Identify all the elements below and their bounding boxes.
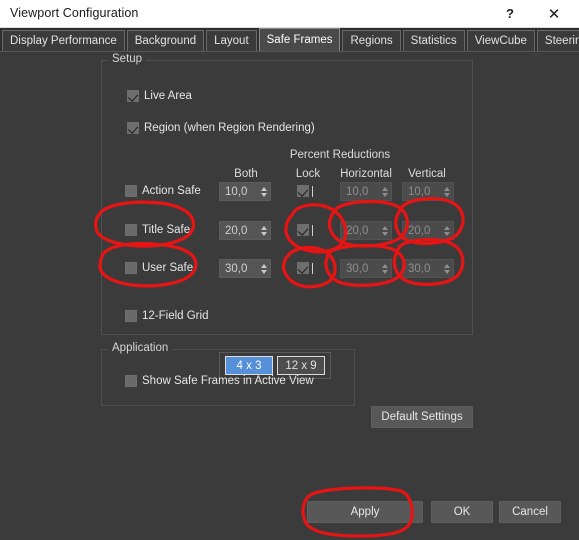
- tab-display-performance[interactable]: Display Performance: [2, 30, 125, 51]
- action-safe-lock-box[interactable]: [297, 185, 309, 197]
- spinner-arrows-icon[interactable]: [378, 260, 391, 277]
- tab-bar: Display Performance Background Layout Sa…: [0, 28, 579, 52]
- spinner-arrows-icon[interactable]: [257, 183, 270, 200]
- tab-statistics[interactable]: Statistics: [402, 30, 465, 51]
- help-icon[interactable]: ?: [489, 0, 531, 27]
- column-header-vertical: Vertical: [408, 168, 446, 180]
- title-safe-horizontal-value: 20,0: [346, 224, 369, 237]
- live-area-label: Live Area: [144, 90, 192, 102]
- title-safe-checkbox-box[interactable]: [125, 224, 137, 236]
- spinner-arrows-icon[interactable]: [257, 222, 270, 239]
- spinner-arrows-icon[interactable]: [257, 260, 270, 277]
- checkbox-show-safe-frames[interactable]: Show Safe Frames in Active View: [125, 375, 314, 387]
- setup-group-legend: Setup: [108, 53, 147, 65]
- action-safe-horizontal-value: 10,0: [346, 185, 369, 198]
- spinner-arrows-icon[interactable]: [378, 183, 391, 200]
- tab-background[interactable]: Background: [126, 30, 205, 51]
- title-safe-lock-box[interactable]: [297, 224, 309, 236]
- tab-steeringwheels[interactable]: SteeringWheels: [536, 30, 579, 51]
- lock-bar-icon: [312, 224, 313, 236]
- spinner-arrows-icon[interactable]: [378, 222, 391, 239]
- cancel-button[interactable]: Cancel: [499, 501, 561, 523]
- close-icon[interactable]: ✕: [533, 0, 575, 27]
- action-safe-label: Action Safe: [142, 185, 201, 197]
- tab-layout[interactable]: Layout: [206, 30, 257, 51]
- window-titlebar: Viewport Configuration ? ✕: [0, 0, 579, 28]
- field-grid-label: 12-Field Grid: [142, 310, 209, 322]
- ok-button[interactable]: OK: [431, 501, 493, 523]
- title-safe-vertical-value: 20,0: [408, 224, 431, 237]
- user-safe-vertical-value: 30,0: [408, 262, 431, 275]
- apply-button[interactable]: Apply: [307, 501, 423, 523]
- user-safe-both-spinner[interactable]: 30,0: [219, 259, 271, 278]
- region-checkbox-box[interactable]: [127, 122, 139, 134]
- action-safe-vertical-value: 10,0: [408, 185, 431, 198]
- title-safe-label: Title Safe: [142, 224, 191, 236]
- tab-viewcube[interactable]: ViewCube: [466, 30, 535, 51]
- user-safe-lock-box[interactable]: [297, 262, 309, 274]
- action-safe-checkbox-box[interactable]: [125, 185, 137, 197]
- default-settings-button[interactable]: Default Settings: [371, 406, 473, 428]
- checkbox-user-safe[interactable]: User Safe: [125, 262, 193, 274]
- user-safe-vertical-spinner[interactable]: 30,0: [402, 259, 454, 278]
- title-safe-lock-checkbox[interactable]: [297, 224, 313, 236]
- tab-safe-frames[interactable]: Safe Frames: [258, 28, 341, 51]
- lock-bar-icon: [312, 185, 313, 197]
- title-safe-both-spinner[interactable]: 20,0: [219, 221, 271, 240]
- checkbox-title-safe[interactable]: Title Safe: [125, 224, 190, 236]
- show-safe-frames-checkbox-box[interactable]: [125, 375, 137, 387]
- title-safe-horizontal-spinner[interactable]: 20,0: [340, 221, 392, 240]
- live-area-checkbox-box[interactable]: [127, 90, 139, 102]
- application-group-legend: Application: [108, 342, 173, 354]
- checkbox-12-field-grid[interactable]: 12-Field Grid: [125, 310, 208, 322]
- title-safe-vertical-spinner[interactable]: 20,0: [402, 221, 454, 240]
- user-safe-lock-checkbox[interactable]: [297, 262, 313, 274]
- column-header-horizontal: Horizontal: [340, 168, 392, 180]
- user-safe-label: User Safe: [142, 262, 194, 274]
- user-safe-both-value: 30,0: [225, 262, 248, 275]
- checkbox-region-rendering[interactable]: Region (when Region Rendering): [127, 122, 315, 134]
- tab-regions[interactable]: Regions: [342, 30, 401, 51]
- action-safe-both-value: 10,0: [225, 185, 248, 198]
- user-safe-horizontal-spinner[interactable]: 30,0: [340, 259, 392, 278]
- safe-frames-panel: Setup Live Area Region (when Region Rend…: [0, 52, 579, 540]
- spinner-arrows-icon[interactable]: [440, 222, 453, 239]
- action-safe-horizontal-spinner[interactable]: 10,0: [340, 182, 392, 201]
- show-safe-frames-label: Show Safe Frames in Active View: [142, 375, 314, 387]
- action-safe-both-spinner[interactable]: 10,0: [219, 182, 271, 201]
- user-safe-checkbox-box[interactable]: [125, 262, 137, 274]
- lock-bar-icon: [312, 262, 313, 274]
- region-label: Region (when Region Rendering): [144, 122, 315, 134]
- column-header-lock: Lock: [295, 168, 321, 180]
- user-safe-horizontal-value: 30,0: [346, 262, 369, 275]
- checkbox-live-area[interactable]: Live Area: [127, 90, 192, 102]
- spinner-arrows-icon[interactable]: [440, 260, 453, 277]
- action-safe-vertical-spinner[interactable]: 10,0: [402, 182, 454, 201]
- window-title: Viewport Configuration: [10, 6, 139, 20]
- action-safe-lock-checkbox[interactable]: [297, 185, 313, 197]
- title-safe-both-value: 20,0: [225, 224, 248, 237]
- checkbox-action-safe[interactable]: Action Safe: [125, 185, 201, 197]
- column-header-both: Both: [234, 168, 258, 180]
- field-grid-checkbox-box[interactable]: [125, 310, 137, 322]
- percent-reductions-header: Percent Reductions: [289, 149, 391, 161]
- spinner-arrows-icon[interactable]: [440, 183, 453, 200]
